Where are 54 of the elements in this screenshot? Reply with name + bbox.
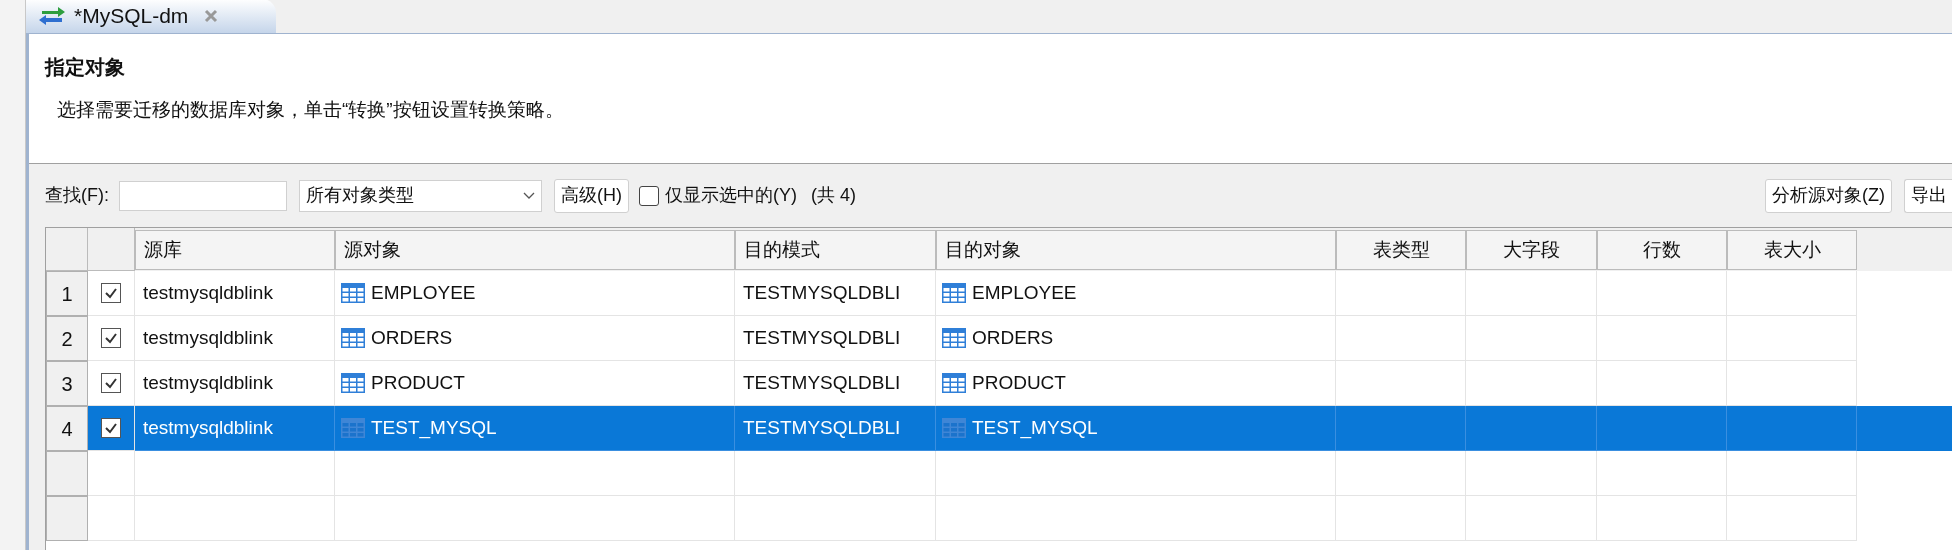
object-name: PRODUCT	[371, 370, 465, 395]
count-label: (共 4)	[811, 184, 856, 207]
analyze-source-button[interactable]: 分析源对象(Z)	[1765, 178, 1892, 213]
export-button[interactable]: 导出	[1904, 178, 1952, 213]
table-icon	[942, 373, 966, 393]
column-header[interactable]: 目的对象	[936, 230, 1336, 270]
object-name: EMPLOYEE	[972, 280, 1077, 305]
column-header[interactable]: 目的模式	[735, 230, 936, 270]
row-header	[46, 451, 88, 496]
checkbox[interactable]	[639, 185, 659, 206]
row-checkbox[interactable]	[101, 418, 121, 438]
table-row[interactable]: 4 testmysqldblink TEST_MYSQL TESTMYSQLDBLI TEST_MYSQL	[46, 406, 1952, 451]
editor-tab[interactable]: *MySQL-dm	[26, 0, 276, 33]
table-icon	[341, 328, 365, 348]
column-header[interactable]: 表大小	[1727, 230, 1857, 270]
find-label: 查找(F):	[45, 184, 109, 207]
description-text: 选择需要迁移的数据库对象，单击“转换”按钮设置转换策略。	[57, 99, 564, 120]
swap-arrows-icon	[38, 5, 66, 27]
table-icon	[341, 418, 365, 438]
table-icon	[341, 373, 365, 393]
row-header	[46, 496, 88, 541]
column-header[interactable]: 大字段	[1466, 230, 1597, 270]
column-header[interactable]: 表类型	[1336, 230, 1466, 270]
row-checkbox[interactable]	[101, 283, 121, 303]
section-heading: 指定对象	[45, 54, 125, 81]
column-header[interactable]: 源库	[135, 230, 335, 270]
row-number: 4	[46, 406, 88, 451]
object-name: EMPLOYEE	[371, 280, 476, 305]
check-icon	[104, 331, 118, 345]
find-field[interactable]	[119, 180, 287, 211]
object-name: ORDERS	[371, 325, 453, 350]
table-icon	[942, 418, 966, 438]
object-name: TEST_MYSQL	[972, 415, 1098, 441]
tab-title: *MySQL-dm	[74, 3, 189, 30]
row-checkbox[interactable]	[101, 373, 121, 393]
table-icon	[341, 283, 365, 303]
object-type-dropdown[interactable]: 所有对象类型	[299, 179, 542, 212]
advanced-button[interactable]: 高级(H)	[554, 178, 629, 213]
object-name: TEST_MYSQL	[371, 415, 497, 441]
table-icon	[942, 283, 966, 303]
checkbox-label: 仅显示选中的(Y)	[665, 184, 797, 207]
check-icon	[104, 376, 118, 390]
column-header[interactable]: 源对象	[335, 230, 735, 270]
object-name: PRODUCT	[972, 370, 1066, 395]
row-number: 1	[46, 271, 88, 316]
row-number: 2	[46, 316, 88, 361]
table-icon	[942, 328, 966, 348]
row-number: 3	[46, 361, 88, 406]
row-checkbox[interactable]	[101, 328, 121, 348]
check-icon	[104, 286, 118, 300]
column-header[interactable]: 行数	[1597, 230, 1727, 270]
object-name: ORDERS	[972, 325, 1054, 350]
check-icon	[104, 421, 118, 435]
caret-icon	[523, 191, 535, 200]
